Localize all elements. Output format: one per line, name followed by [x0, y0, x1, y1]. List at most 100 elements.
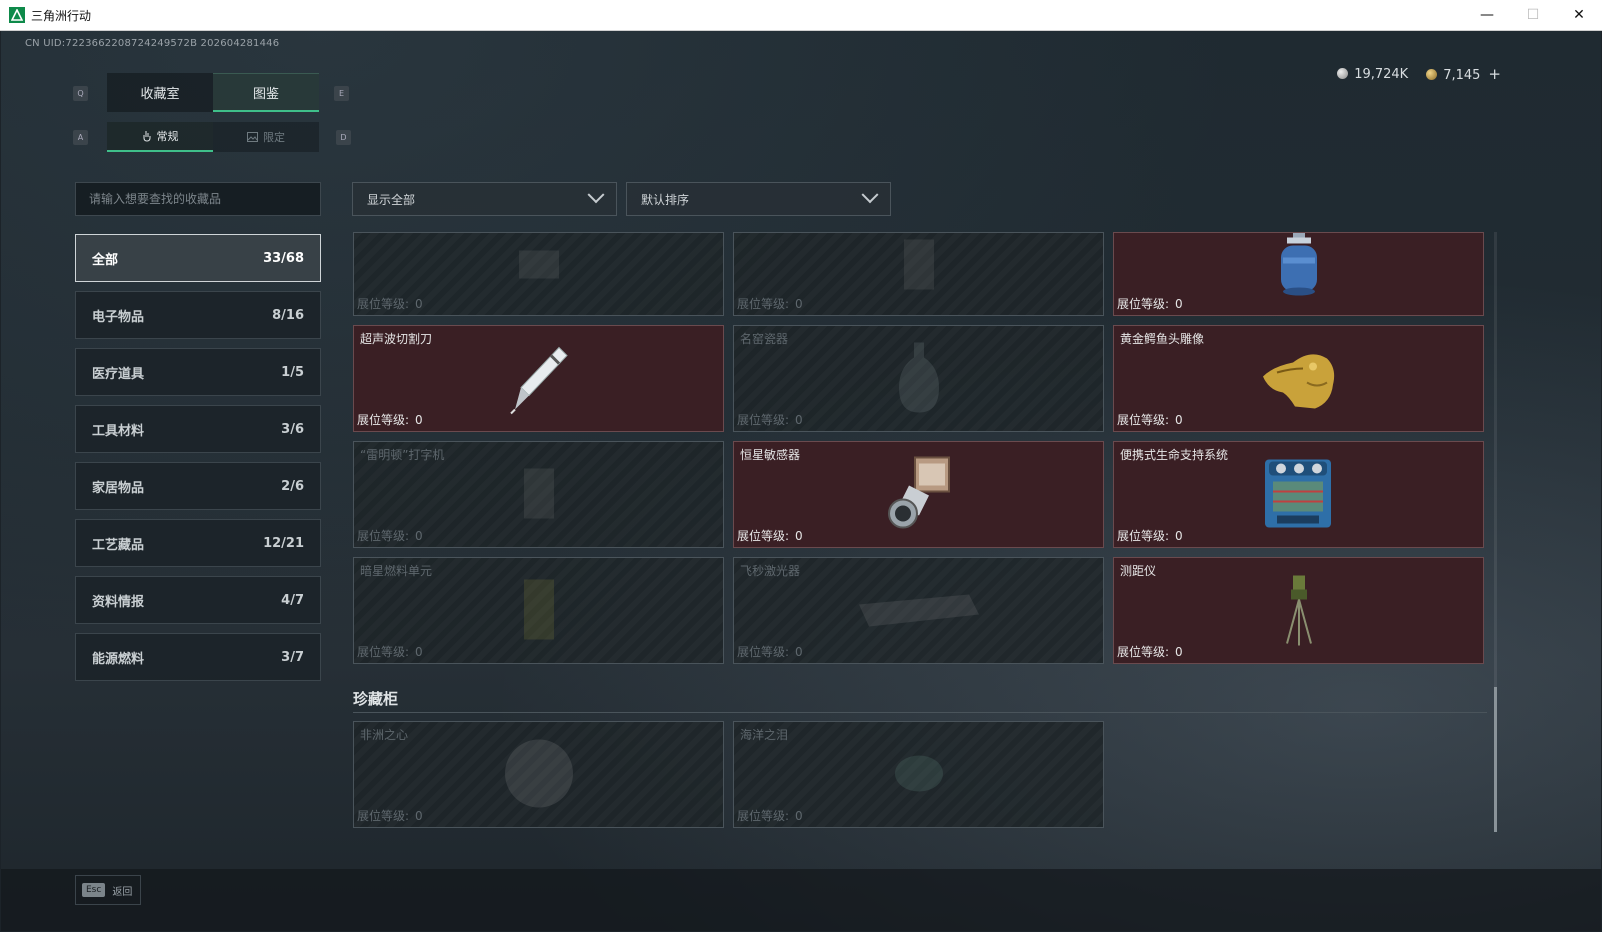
item-name: 恒星敏感器 [740, 448, 801, 462]
display-level: 展位等级: 0 [1117, 297, 1183, 311]
silver-coin-icon [1337, 67, 1349, 79]
category-count: 12/21 [263, 535, 304, 551]
gem-icon [889, 748, 949, 801]
typewriter-icon [514, 458, 564, 531]
category-label: 电子物品 [92, 309, 145, 325]
section-divider [353, 712, 1487, 713]
tab-collection-room[interactable]: 收藏室 [107, 73, 213, 112]
tab-catalog[interactable]: 图鉴 [213, 73, 319, 112]
category-energy[interactable]: 能源燃料 3/7 [75, 633, 321, 681]
chevron-down-icon [587, 186, 605, 204]
collection-card[interactable]: 黄金鳄鱼头雕像 展位等级: 0 [1113, 325, 1484, 432]
maximize-button[interactable]: ☐ [1510, 0, 1556, 31]
main-tabs: 收藏室 图鉴 [107, 73, 319, 112]
collection-card[interactable]: 展位等级: 0 [1113, 232, 1484, 316]
collection-card[interactable]: 恒星敏感器 展位等级: 0 [733, 441, 1104, 548]
item-name: “雷明顿”打字机 [360, 448, 445, 462]
category-crafts[interactable]: 工艺藏品 12/21 [75, 519, 321, 567]
tab-limited-label: 限定 [263, 131, 285, 144]
tab-regular[interactable]: 常规 [107, 122, 213, 152]
window-title: 三角洲行动 [31, 8, 92, 23]
uid-label: CN UID:7223662208724249572B 202604281446 [25, 38, 280, 49]
display-level: 展位等级: 0 [737, 413, 803, 427]
collection-card[interactable]: 测距仪 展位等级: 0 [1113, 557, 1484, 664]
porcelain-vase-icon [894, 337, 944, 420]
display-level: 展位等级: 0 [357, 297, 423, 311]
relic-icon [509, 244, 569, 287]
category-medical[interactable]: 医疗道具 1/5 [75, 348, 321, 396]
tab-limited[interactable]: 限定 [213, 122, 319, 152]
category-count: 33/68 [263, 250, 304, 266]
grid-scrollbar[interactable] [1494, 232, 1497, 832]
silver-amount: 19,724K [1354, 66, 1409, 82]
minimize-button[interactable]: — [1464, 0, 1510, 31]
category-count: 4/7 [281, 592, 304, 608]
treasure-section-title: 珍藏柜 [353, 690, 399, 708]
key-hint-d: D [336, 130, 351, 145]
display-level: 展位等级: 0 [1117, 529, 1183, 543]
treasure-card[interactable]: 海洋之泪 展位等级: 0 [733, 721, 1104, 828]
collection-card[interactable]: 飞秒激光器 展位等级: 0 [733, 557, 1104, 664]
tab-regular-label: 常规 [156, 130, 179, 143]
category-count: 8/16 [272, 307, 304, 323]
chevron-down-icon [861, 186, 879, 204]
category-intel[interactable]: 资料情报 4/7 [75, 576, 321, 624]
ultrasonic-cutter-icon [499, 337, 579, 420]
display-level: 展位等级: 0 [1117, 413, 1183, 427]
display-level: 展位等级: 0 [737, 809, 803, 823]
gold-amount: 7,145 [1443, 68, 1481, 83]
gold-currency: 7,145 + [1426, 65, 1501, 83]
category-electronics[interactable]: 电子物品 8/16 [75, 291, 321, 339]
display-level: 展位等级: 0 [737, 645, 803, 659]
display-level: 展位等级: 0 [737, 529, 803, 543]
collection-card[interactable]: 名窑瓷器 展位等级: 0 [733, 325, 1104, 432]
item-name: 暗星燃料单元 [360, 564, 433, 578]
rangefinder-icon [1279, 569, 1319, 652]
item-name: 黄金鳄鱼头雕像 [1120, 332, 1205, 346]
life-support-icon [1259, 451, 1339, 538]
fuel-cell-icon [514, 569, 564, 652]
display-level: 展位等级: 0 [357, 645, 423, 659]
category-label: 工具材料 [92, 423, 145, 439]
silver-currency: 19,724K [1337, 67, 1408, 82]
hand-icon [143, 131, 150, 142]
display-level: 展位等级: 0 [357, 413, 423, 427]
gas-canister-icon [1269, 233, 1329, 301]
item-name: 飞秒激光器 [740, 564, 801, 578]
category-label: 全部 [92, 252, 119, 268]
close-button[interactable]: ✕ [1556, 0, 1602, 31]
collection-card[interactable]: “雷明顿”打字机 展位等级: 0 [353, 441, 724, 548]
sort-dropdown[interactable]: 默认排序 [626, 182, 891, 216]
category-label: 家居物品 [92, 480, 145, 496]
scrollbar-thumb[interactable] [1494, 687, 1497, 832]
category-count: 1/5 [281, 364, 304, 380]
category-label: 能源燃料 [92, 651, 145, 667]
collection-card[interactable]: 展位等级: 0 [353, 232, 724, 316]
back-label: 返回 [112, 886, 133, 898]
category-label: 医疗道具 [92, 366, 145, 382]
item-name: 非洲之心 [360, 728, 409, 742]
collection-card[interactable]: 便携式生命支持系统 展位等级: 0 [1113, 441, 1484, 548]
collection-card[interactable]: 展位等级: 0 [733, 232, 1104, 316]
laser-icon [849, 584, 989, 637]
shrine-icon [889, 234, 949, 297]
bottom-bar [1, 869, 1601, 931]
item-name: 名窑瓷器 [740, 332, 789, 346]
category-all[interactable]: 全部 33/68 [75, 234, 321, 282]
image-icon [247, 132, 258, 142]
collection-card[interactable]: 暗星燃料单元 展位等级: 0 [353, 557, 724, 664]
category-list: 全部 33/68 电子物品 8/16 医疗道具 1/5 工具材料 3/6 家居物品 2/6… [75, 234, 321, 690]
filter-dropdown[interactable]: 显示全部 [352, 182, 617, 216]
category-household[interactable]: 家居物品 2/6 [75, 462, 321, 510]
item-name: 测距仪 [1120, 564, 1157, 578]
treasure-card[interactable]: 非洲之心 展位等级: 0 [353, 721, 724, 828]
diamond-icon [499, 733, 579, 816]
category-tools[interactable]: 工具材料 3/6 [75, 405, 321, 453]
app-logo-icon [9, 7, 25, 23]
collection-card[interactable]: 超声波切割刀 展位等级: 0 [353, 325, 724, 432]
add-currency-button[interactable]: + [1488, 65, 1501, 83]
display-level: 展位等级: 0 [737, 297, 803, 311]
search-input[interactable] [75, 182, 321, 216]
back-button[interactable]: Esc 返回 [75, 875, 141, 905]
currency-bar: 19,724K 7,145 + [1337, 65, 1501, 83]
